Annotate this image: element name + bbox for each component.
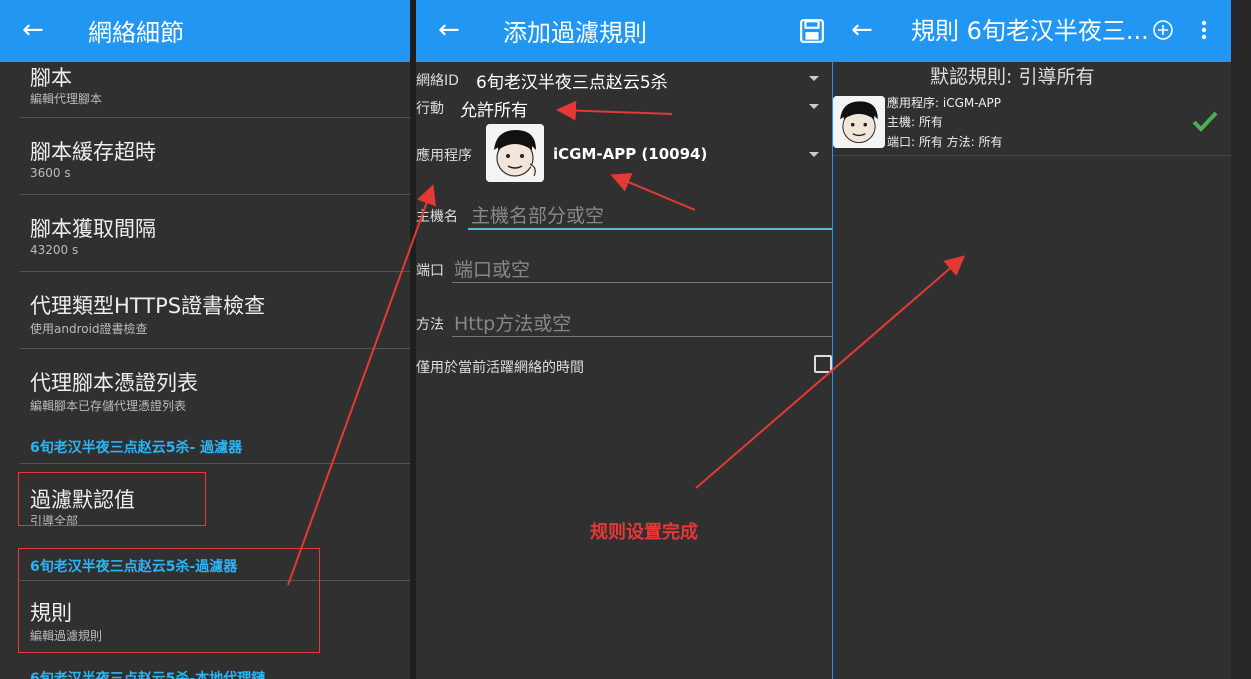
arrow-to-rule-done [695,255,966,489]
annotation-text: 规则设置完成 [590,522,698,543]
arrow-to-app [610,172,696,211]
arrow-to-add-rule [287,184,436,586]
annotation-arrows [287,100,966,586]
arrow-to-action [556,100,673,121]
